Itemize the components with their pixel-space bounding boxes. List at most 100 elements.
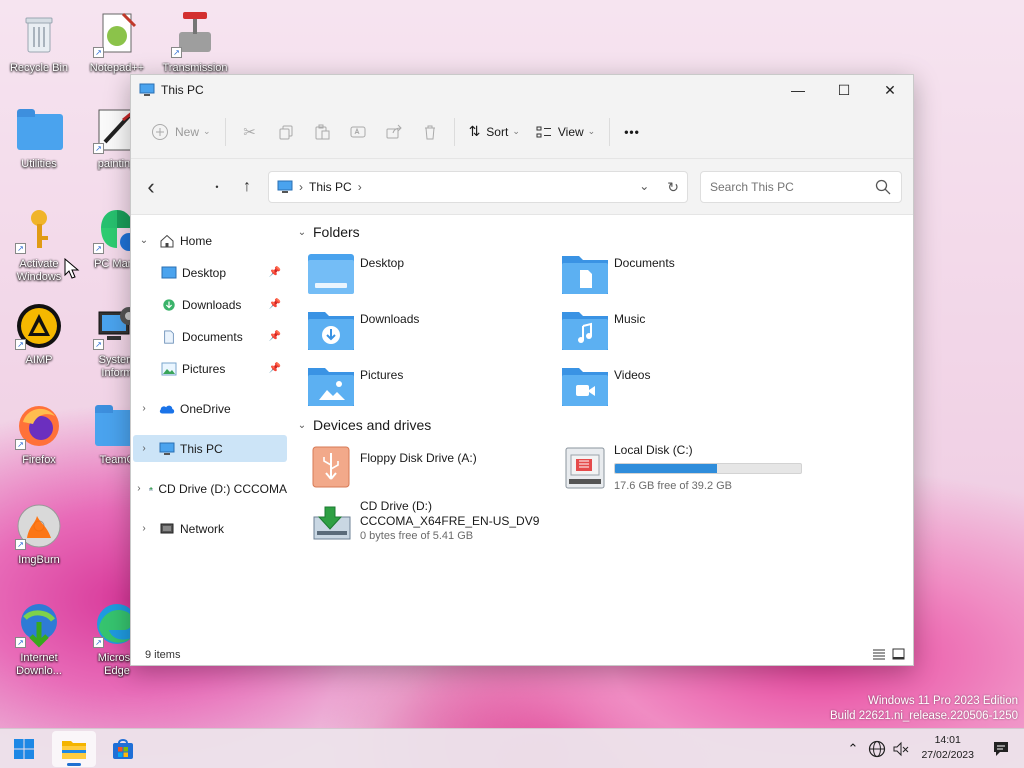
desktop-icon-aimp[interactable]: ↗ AIMP bbox=[2, 302, 76, 367]
paste-icon[interactable] bbox=[308, 118, 336, 146]
address-history-dropdown[interactable]: ⌄ bbox=[639, 179, 649, 196]
maximize-button[interactable]: ☐ bbox=[821, 75, 867, 105]
section-devices[interactable]: ⌄ Devices and drives bbox=[295, 417, 431, 433]
chevron-up-icon[interactable]: ⌃ bbox=[844, 741, 862, 757]
divider bbox=[453, 117, 455, 146]
tiles-view-icon[interactable] bbox=[892, 648, 905, 660]
plus-icon bbox=[152, 123, 168, 140]
chevron-right-icon[interactable]: › bbox=[137, 523, 151, 534]
drive-cd[interactable]: CD Drive (D:) CCCOMA_X64FRE_EN-US_DV9 0 … bbox=[307, 499, 567, 559]
folder-desktop[interactable]: Desktop bbox=[307, 252, 547, 304]
nav-item-onedrive[interactable]: › OneDrive bbox=[133, 395, 287, 422]
folder-music[interactable]: Music bbox=[561, 308, 801, 360]
copy-icon[interactable] bbox=[272, 118, 300, 146]
firefox-icon: ↗ bbox=[15, 402, 63, 450]
share-icon[interactable] bbox=[380, 118, 408, 146]
chevron-down-icon[interactable]: ⌄ bbox=[295, 227, 309, 238]
cd-drive-icon bbox=[313, 506, 351, 540]
imgburn-icon: ↗ bbox=[15, 502, 63, 550]
taskbar-clock[interactable]: 14:01 27/02/2023 bbox=[921, 733, 974, 763]
desktop-icon-label: Recycle Bin bbox=[9, 62, 69, 74]
section-folders[interactable]: ⌄ Folders bbox=[295, 224, 360, 240]
back-button[interactable]: ‹ bbox=[137, 173, 165, 201]
divider bbox=[224, 117, 226, 146]
desktop-icon-firefox[interactable]: ↗ Firefox bbox=[2, 402, 76, 467]
rename-icon[interactable] bbox=[344, 118, 372, 146]
shortcut-arrow-icon: ↗ bbox=[171, 47, 182, 58]
desktop-icon-recycle-bin[interactable]: Recycle Bin bbox=[2, 10, 76, 75]
desktop-icon-label: Downlo... bbox=[16, 665, 62, 677]
chevron-down-icon: ⌄ bbox=[512, 126, 520, 136]
shortcut-arrow-icon: ↗ bbox=[15, 539, 26, 550]
start-button[interactable] bbox=[2, 731, 46, 767]
pin-icon: 📌 bbox=[268, 363, 281, 374]
folder-name: Pictures bbox=[360, 368, 404, 382]
desktop-icon-internet-download-manager[interactable]: ↗ Internet Downlo... bbox=[2, 600, 76, 678]
new-button[interactable]: New ⌄ bbox=[143, 116, 219, 148]
desktop-icon-notepadpp[interactable]: ↗ Notepad++ bbox=[80, 10, 154, 75]
taskbar-file-explorer[interactable] bbox=[52, 731, 96, 767]
desktop-icon-transmission[interactable]: ↗ Transmission bbox=[158, 10, 232, 75]
taskbar: ⌃ 14:01 27/02/2023 bbox=[0, 728, 1024, 768]
windows-edition-watermark: Windows 11 Pro 2023 Edition Build 22621.… bbox=[830, 694, 1018, 724]
videos-folder-icon bbox=[562, 368, 608, 406]
drive-name: Floppy Disk Drive (A:) bbox=[360, 451, 477, 465]
search-box[interactable] bbox=[700, 171, 902, 203]
nav-item-this-pc[interactable]: › This PC bbox=[133, 435, 287, 462]
chevron-right-icon[interactable]: › bbox=[137, 443, 151, 454]
nav-item-downloads[interactable]: Downloads 📌 bbox=[133, 291, 287, 318]
taskbar-microsoft-store[interactable] bbox=[101, 731, 145, 767]
breadcrumb-this-pc[interactable]: This PC bbox=[309, 180, 352, 194]
drive-floppy[interactable]: Floppy Disk Drive (A:) bbox=[307, 443, 567, 503]
volume-muted-icon[interactable] bbox=[892, 740, 910, 758]
desktop-icon-imgburn[interactable]: ↗ ImgBurn bbox=[2, 502, 76, 567]
command-bar: New ⌄ ✂ ⇅ Sort ⌄ View ⌄ ••• bbox=[131, 105, 913, 159]
nav-item-desktop[interactable]: Desktop 📌 bbox=[133, 259, 287, 286]
nav-item-pictures[interactable]: Pictures 📌 bbox=[133, 355, 287, 382]
globe-icon[interactable] bbox=[868, 740, 886, 758]
sort-button[interactable]: ⇅ Sort ⌄ bbox=[461, 116, 528, 148]
status-item-count: 9 items bbox=[145, 649, 181, 661]
title-bar[interactable]: This PC — ☐ ✕ bbox=[131, 75, 913, 105]
forward-button[interactable]: • bbox=[203, 173, 231, 201]
this-pc-icon bbox=[139, 83, 155, 96]
cut-icon[interactable]: ✂ bbox=[236, 118, 264, 146]
search-icon[interactable] bbox=[875, 179, 891, 195]
nav-item-cd-drive[interactable]: › CD Drive (D:) CCCOMA bbox=[133, 475, 287, 502]
refresh-button[interactable]: ↻ bbox=[667, 179, 679, 196]
floppy-usb-icon bbox=[312, 446, 350, 488]
delete-icon[interactable] bbox=[416, 118, 444, 146]
nav-item-home[interactable]: ⌄ Home bbox=[133, 227, 287, 254]
explorer-window: This PC — ☐ ✕ New ⌄ ✂ ⇅ Sort ⌄ View ⌄ ••… bbox=[130, 74, 914, 666]
notifications-icon[interactable] bbox=[992, 740, 1010, 758]
folder-downloads[interactable]: Downloads bbox=[307, 308, 547, 360]
close-button[interactable]: ✕ bbox=[867, 75, 913, 105]
details-view-icon[interactable] bbox=[872, 648, 886, 660]
nav-item-label: Network bbox=[180, 521, 225, 536]
more-options-button[interactable]: ••• bbox=[616, 116, 648, 148]
chevron-right-icon[interactable]: › bbox=[137, 483, 141, 494]
chevron-right-icon[interactable]: › bbox=[137, 403, 151, 414]
drive-name: Local Disk (C:) bbox=[614, 443, 693, 457]
folder-videos[interactable]: Videos bbox=[561, 364, 801, 416]
search-input[interactable] bbox=[710, 180, 870, 194]
nav-item-network[interactable]: › Network bbox=[133, 515, 287, 542]
folder-documents[interactable]: Documents bbox=[561, 252, 801, 304]
drive-local-disk[interactable]: Local Disk (C:) 17.6 GB free of 39.2 GB bbox=[561, 443, 821, 503]
folder-pictures[interactable]: Pictures bbox=[307, 364, 547, 416]
view-button[interactable]: View ⌄ bbox=[528, 116, 603, 148]
content-pane: ⌄ Folders Desktop Documents Downloads Mu… bbox=[289, 216, 913, 636]
drive-volume-label: CCCOMA_X64FRE_EN-US_DV9 bbox=[360, 514, 540, 528]
address-bar[interactable]: › This PC › ⌄ ↻ bbox=[268, 171, 688, 203]
chevron-down-icon[interactable]: ⌄ bbox=[137, 235, 151, 246]
desktop-icon-utilities[interactable]: Utilities bbox=[2, 106, 76, 171]
minimize-button[interactable]: — bbox=[775, 75, 821, 105]
chevron-down-icon[interactable]: ⌄ bbox=[295, 420, 309, 431]
nav-item-documents[interactable]: Documents 📌 bbox=[133, 323, 287, 350]
active-indicator bbox=[67, 763, 81, 766]
mouse-cursor-icon bbox=[64, 258, 80, 279]
view-icon bbox=[536, 126, 551, 137]
up-button[interactable]: ↑ bbox=[233, 173, 261, 201]
shortcut-arrow-icon: ↗ bbox=[93, 637, 104, 648]
breadcrumb-separator[interactable]: › bbox=[358, 180, 362, 194]
